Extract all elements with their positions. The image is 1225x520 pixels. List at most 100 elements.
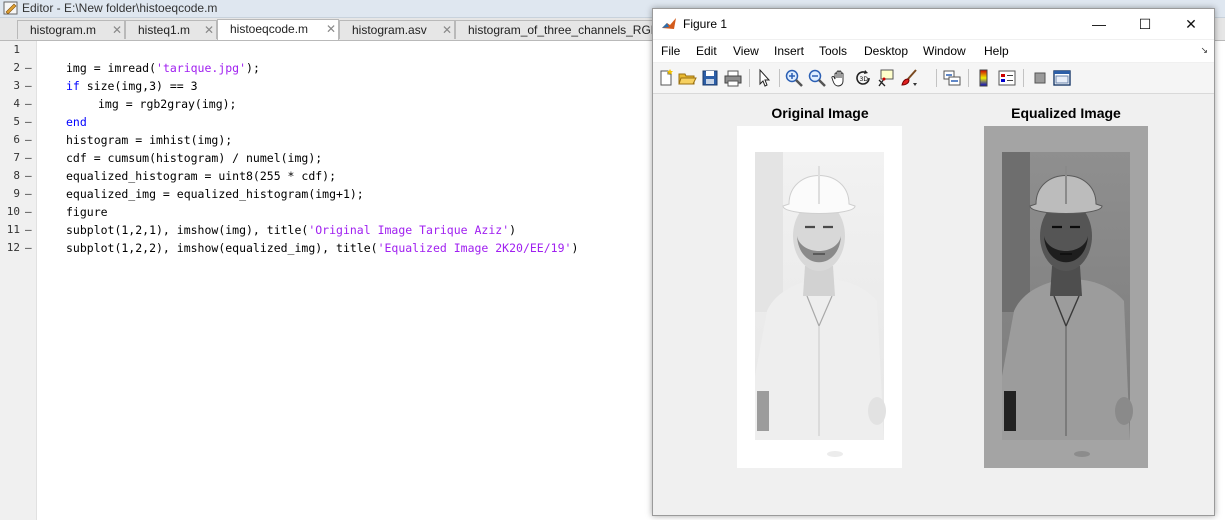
minimize-button[interactable]: — bbox=[1076, 9, 1122, 39]
rotate-3d-icon[interactable]: 3D bbox=[853, 68, 873, 88]
code-text: figure bbox=[66, 205, 108, 219]
menu-window[interactable]: Window bbox=[923, 44, 966, 58]
code-line-11[interactable]: subplot(1,2,1), imshow(img), title('Orig… bbox=[66, 223, 516, 237]
svg-text:3D: 3D bbox=[860, 76, 869, 83]
line-number: 4 bbox=[13, 97, 20, 110]
code-keyword: end bbox=[66, 115, 87, 129]
maximize-button[interactable]: ☐ bbox=[1122, 9, 1168, 39]
original-image[interactable] bbox=[737, 126, 902, 468]
tab-histogram-m[interactable]: histogram.m ✕ bbox=[17, 20, 125, 39]
menu-view[interactable]: View bbox=[733, 44, 759, 58]
toolbar-separator bbox=[749, 69, 750, 87]
code-string: 'tarique.jpg' bbox=[156, 61, 247, 75]
code-text: size(img,3) == 3 bbox=[79, 79, 198, 93]
tab-label: histogram_of_three_channels_RGB_i bbox=[468, 23, 669, 37]
tab-histeq1-m[interactable]: histeq1.m ✕ bbox=[125, 20, 217, 39]
show-plot-tools-icon[interactable] bbox=[1052, 68, 1072, 88]
breakpoint-marker[interactable]: — bbox=[25, 133, 32, 146]
code-line-6[interactable]: histogram = imhist(img); bbox=[66, 133, 232, 147]
tab-close-icon[interactable]: ✕ bbox=[204, 21, 214, 39]
matlab-logo-icon bbox=[661, 16, 677, 32]
figure-toolbar: 3D bbox=[653, 63, 1214, 94]
breakpoint-marker[interactable]: — bbox=[25, 187, 32, 200]
line-number: 10 bbox=[6, 205, 20, 218]
tab-label: histogram.m bbox=[30, 23, 97, 37]
pointer-icon[interactable] bbox=[754, 68, 774, 88]
code-line-2[interactable]: img = imread('tarique.jpg'); bbox=[66, 61, 260, 75]
line-number: 9 bbox=[13, 187, 20, 200]
tab-label: histogram.asv bbox=[352, 23, 427, 37]
line-number: 7 bbox=[13, 151, 20, 164]
close-button[interactable]: ✕ bbox=[1168, 9, 1214, 39]
editor-title: Editor - E:\New folder\histoeqcode.m bbox=[22, 1, 218, 15]
code-keyword: if bbox=[66, 79, 80, 93]
menu-file[interactable]: File bbox=[661, 44, 680, 58]
tab-histoeqcode-m[interactable]: histoeqcode.m ✕ bbox=[217, 19, 339, 40]
breakpoint-marker[interactable]: — bbox=[25, 61, 32, 74]
menu-tools[interactable]: Tools bbox=[819, 44, 847, 58]
breakpoint-marker[interactable]: — bbox=[25, 205, 32, 218]
code-string: 'Equalized Image 2K20/EE/19' bbox=[377, 241, 572, 255]
menu-desktop[interactable]: Desktop bbox=[864, 44, 908, 58]
tab-close-icon[interactable]: ✕ bbox=[442, 21, 452, 39]
line-number: 2 bbox=[13, 61, 20, 74]
tab-close-icon[interactable]: ✕ bbox=[326, 20, 336, 38]
link-plot-icon[interactable] bbox=[942, 68, 962, 88]
line-number: 12 bbox=[6, 241, 20, 254]
pan-icon[interactable] bbox=[830, 68, 850, 88]
code-line-7[interactable]: cdf = cumsum(histogram) / numel(img); bbox=[66, 151, 322, 165]
figure-window: Figure 1 — ☐ ✕ File Edit View Insert Too… bbox=[652, 8, 1215, 516]
code-string: 'Original Image Tarique Aziz' bbox=[308, 223, 510, 237]
code-text: equalized_img = equalized_histogram(img+… bbox=[66, 187, 364, 201]
code-line-10[interactable]: figure bbox=[66, 205, 108, 219]
line-number: 5 bbox=[13, 115, 20, 128]
editor-app-icon bbox=[3, 1, 18, 15]
breakpoint-marker[interactable]: — bbox=[25, 115, 32, 128]
tab-histogram-asv[interactable]: histogram.asv ✕ bbox=[339, 20, 455, 39]
breakpoint-marker[interactable]: — bbox=[25, 223, 32, 236]
breakpoint-marker[interactable]: — bbox=[25, 97, 32, 110]
tab-close-icon[interactable]: ✕ bbox=[112, 21, 122, 39]
brush-icon[interactable] bbox=[899, 68, 919, 88]
zoom-in-icon[interactable] bbox=[784, 68, 804, 88]
code-text: equalized_histogram = uint8(255 * cdf); bbox=[66, 169, 337, 183]
toolbar-separator bbox=[936, 69, 937, 87]
code-line-12[interactable]: subplot(1,2,2), imshow(equalized_img), t… bbox=[66, 241, 578, 255]
tab-label: histeq1.m bbox=[138, 23, 191, 37]
hide-plot-tools-icon[interactable] bbox=[1030, 68, 1050, 88]
code-line-9[interactable]: equalized_img = equalized_histogram(img+… bbox=[66, 187, 364, 201]
code-text: ); bbox=[246, 61, 260, 75]
tab-histogram-of-three-channels[interactable]: histogram_of_three_channels_RGB_i bbox=[455, 20, 670, 39]
save-icon[interactable] bbox=[700, 68, 720, 88]
equalized-image[interactable] bbox=[984, 126, 1148, 468]
breakpoint-marker[interactable]: — bbox=[25, 79, 32, 92]
figure-title-bar[interactable]: Figure 1 — ☐ ✕ bbox=[653, 9, 1214, 39]
toolbar-separator bbox=[968, 69, 969, 87]
menu-insert[interactable]: Insert bbox=[774, 44, 804, 58]
code-text: ) bbox=[509, 223, 517, 237]
breakpoint-marker[interactable]: — bbox=[25, 241, 32, 254]
colorbar-icon[interactable] bbox=[974, 68, 994, 88]
data-cursor-icon[interactable] bbox=[876, 68, 896, 88]
zoom-out-icon[interactable] bbox=[807, 68, 827, 88]
figure-menu-bar: File Edit View Insert Tools Desktop Wind… bbox=[653, 40, 1214, 62]
breakpoint-marker[interactable]: — bbox=[25, 169, 32, 182]
code-line-8[interactable]: equalized_histogram = uint8(255 * cdf); bbox=[66, 169, 336, 183]
code-text: img = imread( bbox=[66, 61, 157, 75]
code-text: subplot(1,2,1), imshow(img), title( bbox=[66, 223, 309, 237]
line-number-gutter: 1 2 3 4 5 6 7 8 9 10 11 12 — — — — — — —… bbox=[0, 41, 37, 520]
legend-icon[interactable] bbox=[997, 68, 1017, 88]
line-number: 11 bbox=[6, 223, 20, 236]
menu-help[interactable]: Help bbox=[984, 44, 1009, 58]
code-line-3[interactable]: if size(img,3) == 3 bbox=[66, 79, 198, 93]
open-file-icon[interactable] bbox=[677, 68, 697, 88]
print-icon[interactable] bbox=[723, 68, 743, 88]
dock-arrow-icon[interactable]: ↘ bbox=[1200, 45, 1208, 56]
code-line-5[interactable]: end bbox=[66, 115, 87, 129]
menu-edit[interactable]: Edit bbox=[696, 44, 717, 58]
code-line-4[interactable]: img = rgb2gray(img); bbox=[98, 97, 236, 111]
new-figure-icon[interactable] bbox=[656, 68, 676, 88]
line-number: 3 bbox=[13, 79, 20, 92]
line-number: 8 bbox=[13, 169, 20, 182]
breakpoint-marker[interactable]: — bbox=[25, 151, 32, 164]
